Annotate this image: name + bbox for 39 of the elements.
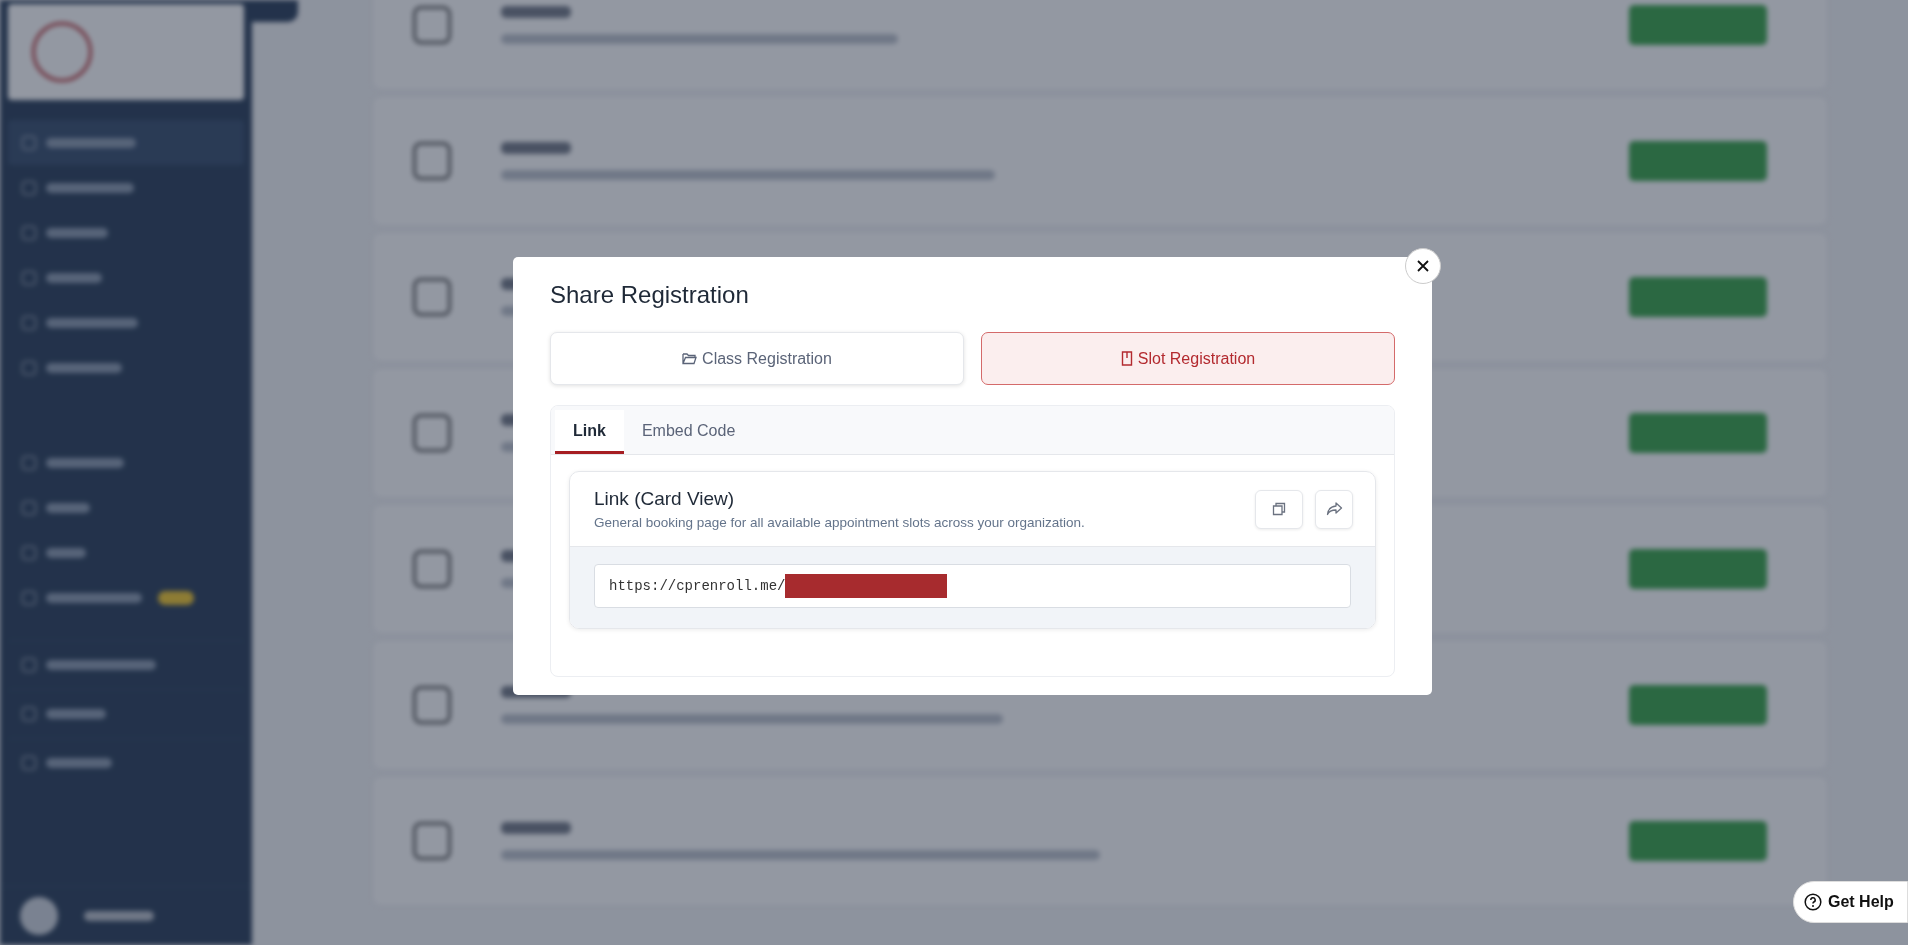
emblem-icon [413, 414, 451, 452]
share-icon [1325, 502, 1343, 516]
emblem-icon [413, 550, 451, 588]
close-icon [1415, 258, 1431, 274]
book-icon [1120, 351, 1133, 366]
dialog-title: Share Registration [550, 281, 750, 309]
logo-icon [8, 4, 244, 100]
action-button[interactable] [1629, 413, 1767, 453]
emblem-icon [413, 278, 451, 316]
blurred-text [84, 911, 154, 921]
text-placeholder [501, 6, 571, 18]
folder-icon [682, 352, 698, 365]
text-placeholder [501, 822, 571, 834]
action-button[interactable] [1629, 549, 1767, 589]
mode-toggle[interactable]: Class Registration [550, 332, 964, 385]
help-button[interactable]: Get Help [1793, 881, 1908, 923]
text-placeholder [501, 142, 571, 154]
card-title: Link (Card View) [594, 488, 736, 510]
url-text: https://cprenroll.me/ [609, 578, 786, 594]
url-field[interactable]: https://cprenroll.me/ [594, 564, 1351, 608]
emblem-icon [413, 142, 451, 180]
avatar[interactable] [20, 897, 58, 935]
action-button[interactable] [1629, 821, 1767, 861]
action-button[interactable] [1629, 5, 1767, 45]
card-description: General booking page for all available appointment slots across your organization. [594, 515, 1085, 530]
tab[interactable]: Embed Code [623, 410, 754, 454]
action-button[interactable] [1629, 277, 1767, 317]
copy-button[interactable] [1255, 489, 1303, 529]
action-button[interactable] [1629, 141, 1767, 181]
emblem-icon [413, 686, 451, 724]
mode-toggle[interactable]: Slot Registration [981, 332, 1395, 385]
help-icon [1804, 893, 1822, 911]
emblem-icon [413, 822, 451, 860]
copy-icon [1272, 502, 1286, 516]
tab[interactable]: Link [555, 410, 624, 454]
share-button[interactable] [1315, 489, 1353, 529]
action-button[interactable] [1629, 685, 1767, 725]
emblem-icon [413, 6, 451, 44]
collapse-button[interactable] [252, 0, 298, 22]
